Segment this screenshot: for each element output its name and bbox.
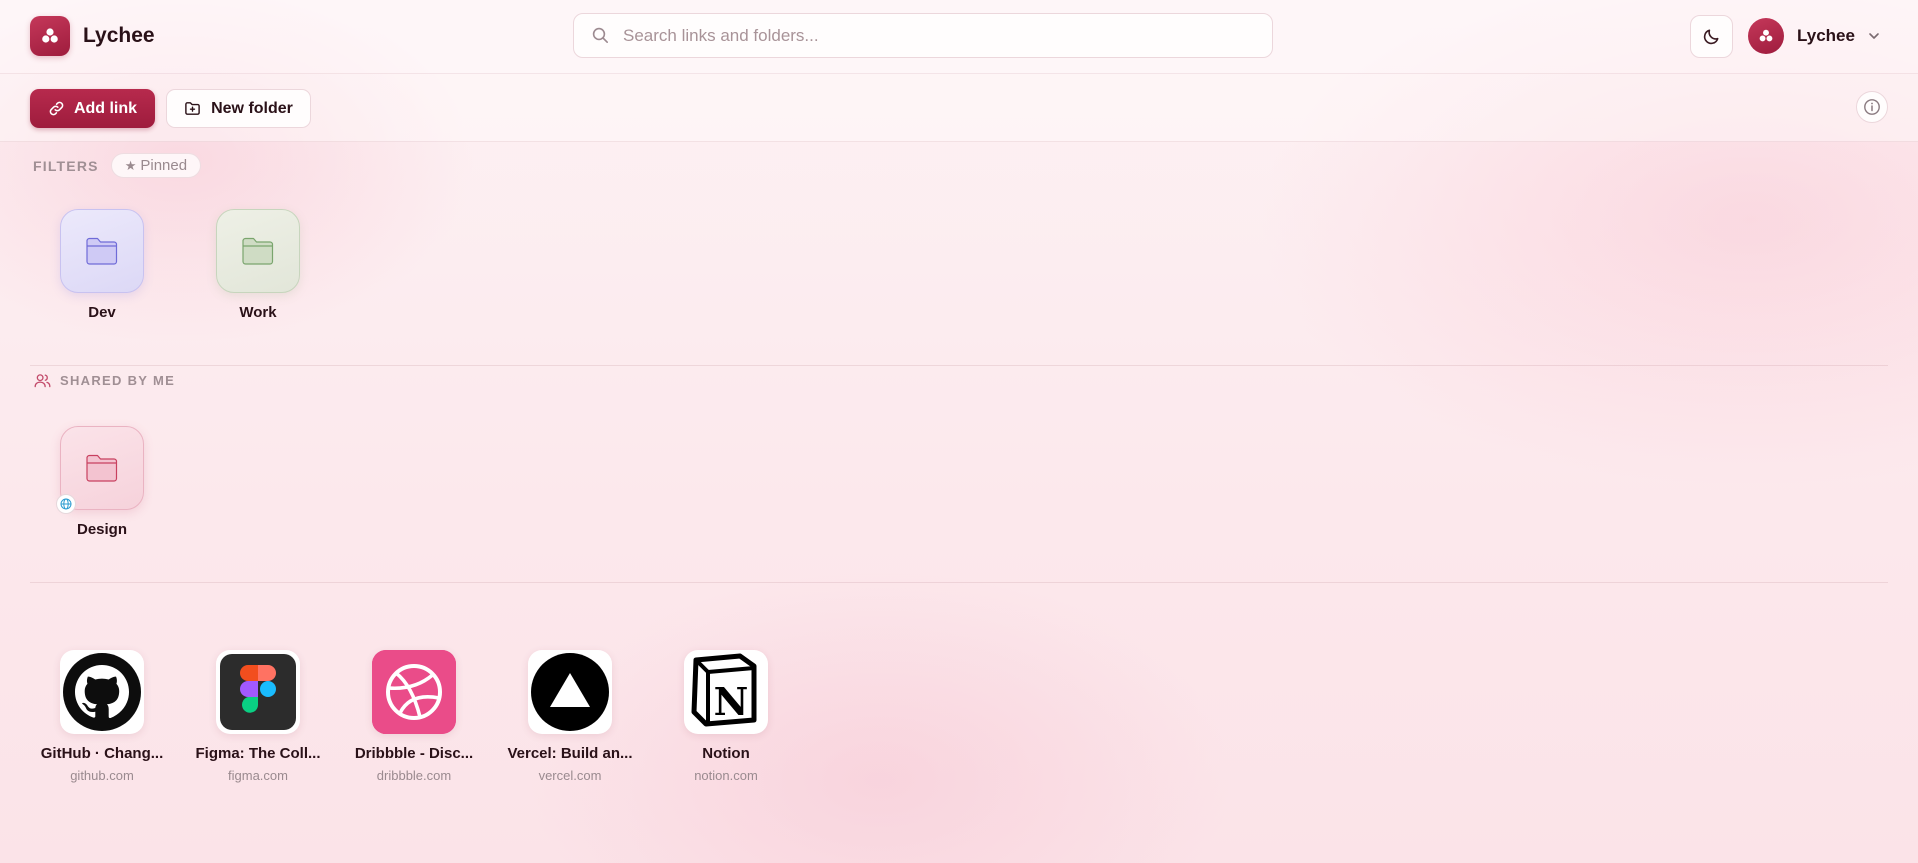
section-divider	[30, 365, 1888, 366]
dribbble-icon	[372, 650, 456, 734]
link-title: Dribbble - Disc...	[354, 745, 474, 762]
new-folder-button[interactable]: New folder	[166, 89, 311, 128]
link-tile-github[interactable]: GitHub · Chang... github.com	[27, 650, 177, 783]
folder-icon	[242, 237, 274, 265]
new-folder-label: New folder	[211, 99, 293, 117]
link-domain: vercel.com	[538, 768, 602, 783]
folder-icon-box	[60, 209, 144, 293]
link-icon	[49, 101, 64, 116]
top-bar: Lychee Lychee	[0, 0, 1918, 74]
theme-toggle-button[interactable]	[1690, 15, 1733, 58]
folder-name: Work	[239, 304, 277, 321]
add-link-label: Add link	[73, 99, 138, 117]
svg-text:N: N	[714, 679, 749, 724]
folder-icon-box	[56, 426, 144, 514]
app-title: Lychee	[83, 24, 155, 47]
figma-icon	[216, 650, 300, 734]
link-tile-notion[interactable]: N Notion notion.com	[651, 650, 801, 783]
toolbar: Add link New folder	[0, 74, 1918, 142]
link-title: Notion	[702, 745, 750, 762]
folder-tile-dev[interactable]: Dev	[42, 209, 162, 321]
filters-bar: FILTERS ★ Pinned	[33, 153, 202, 178]
link-domain: figma.com	[228, 768, 288, 783]
folder-tile-work[interactable]: Work	[198, 209, 318, 321]
link-tile-figma[interactable]: Figma: The Coll... figma.com	[183, 650, 333, 783]
link-title: Vercel: Build an...	[507, 745, 633, 762]
folder-tile-design[interactable]: Design	[42, 426, 162, 538]
search-icon	[592, 27, 608, 43]
link-title: Figma: The Coll...	[195, 745, 321, 762]
brand[interactable]: Lychee	[30, 16, 155, 56]
notion-icon: N	[684, 650, 768, 734]
lychee-logo-icon	[30, 16, 70, 56]
star-icon: ★	[124, 157, 137, 173]
folder-icon	[86, 454, 118, 482]
folder-icon-box	[216, 209, 300, 293]
user-name: Lychee	[1797, 26, 1855, 45]
link-domain: notion.com	[694, 768, 758, 783]
shared-section-header: SHARED BY ME	[34, 373, 175, 388]
vercel-icon	[528, 650, 612, 734]
filter-chip-label: Pinned	[140, 157, 188, 174]
link-domain: dribbble.com	[376, 768, 452, 783]
users-icon	[34, 374, 51, 388]
public-badge	[56, 494, 76, 514]
folder-name: Dev	[88, 304, 116, 321]
avatar	[1748, 18, 1784, 54]
link-tile-vercel[interactable]: Vercel: Build an... vercel.com	[495, 650, 645, 783]
search-input[interactable]	[623, 25, 1243, 46]
search-bar[interactable]	[573, 13, 1273, 58]
link-domain: github.com	[70, 768, 134, 783]
chevron-down-icon	[1869, 33, 1879, 39]
info-icon	[1864, 99, 1880, 115]
user-menu[interactable]: Lychee	[1748, 17, 1881, 55]
folder-name: Design	[76, 521, 127, 538]
add-link-button[interactable]: Add link	[30, 89, 155, 128]
folder-icon	[86, 237, 118, 265]
info-button[interactable]	[1856, 91, 1888, 123]
link-title: GitHub · Chang...	[40, 745, 164, 762]
github-icon	[60, 650, 144, 734]
filter-chip-pinned[interactable]: ★ Pinned	[110, 153, 202, 178]
moon-icon	[1703, 29, 1719, 45]
filters-label: FILTERS	[33, 157, 99, 174]
globe-icon	[60, 498, 72, 510]
shared-section-label: SHARED BY ME	[60, 373, 176, 388]
folder-plus-icon	[185, 102, 200, 115]
link-tile-dribbble[interactable]: Dribbble - Disc... dribbble.com	[339, 650, 489, 783]
section-divider	[30, 582, 1888, 583]
